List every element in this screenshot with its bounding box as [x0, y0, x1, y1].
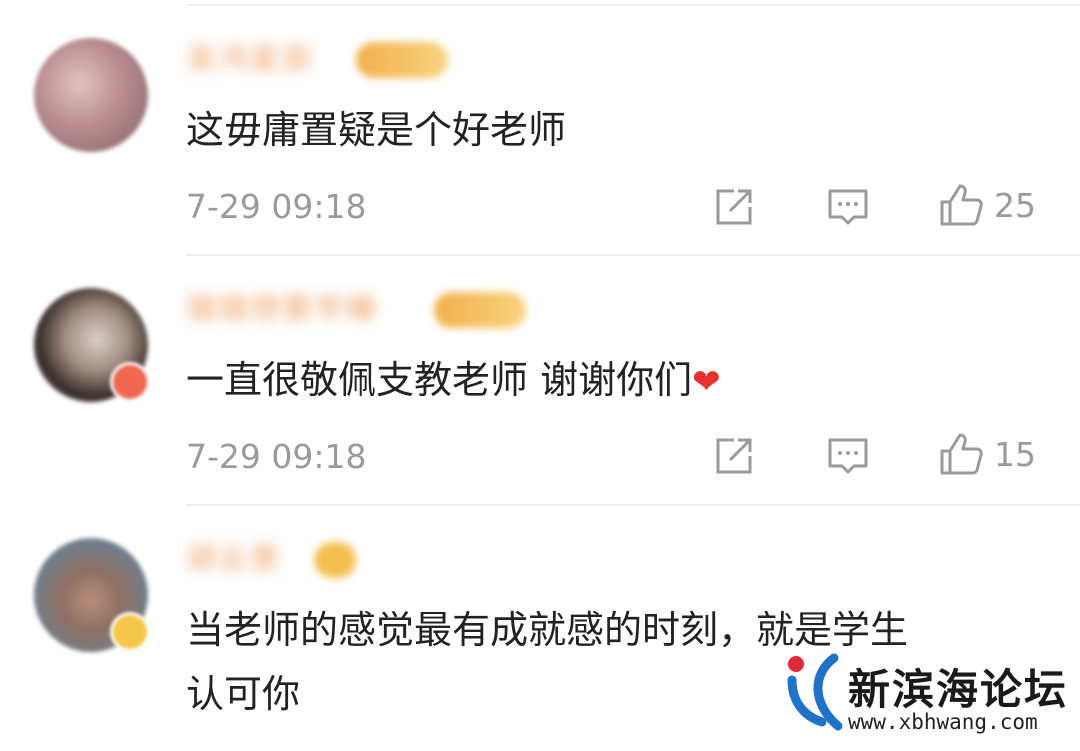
share-icon [716, 189, 752, 225]
divider [186, 504, 1080, 506]
divider [186, 4, 1080, 6]
forum-logo-icon [787, 653, 843, 731]
username[interactable]: 吴鸿星辰 [186, 42, 314, 78]
comment-icon [828, 189, 868, 225]
verified-badge [110, 612, 150, 652]
vip-badge [314, 542, 356, 578]
comment-icon [828, 438, 868, 474]
watermark-logo: 新滨海论坛 www.xbhwang.com [782, 652, 1072, 748]
comment-text: 一直很敬佩支教老师 谢谢你们❤ [186, 358, 721, 402]
username[interactable]: 胡云景 [186, 542, 282, 578]
like-button[interactable]: 25 [938, 183, 1036, 227]
reply-button[interactable] [826, 434, 870, 478]
vip-badge [434, 292, 526, 328]
watermark-url: www.xbhwang.com [848, 710, 1038, 734]
avatar[interactable] [34, 38, 148, 152]
comment-text: 这毋庸置疑是个好老师 [186, 108, 567, 152]
like-count: 15 [994, 434, 1036, 474]
like-button[interactable]: 15 [938, 432, 1036, 476]
share-icon [716, 438, 752, 474]
reply-button[interactable] [826, 185, 870, 229]
vip-badge [356, 42, 448, 78]
comment-time: 7-29 09:18 [186, 437, 367, 476]
share-button[interactable] [712, 185, 756, 229]
username[interactable]: 璐璐想要早睡 [186, 292, 378, 328]
divider [186, 254, 1080, 256]
like-count: 25 [994, 185, 1036, 225]
thumbs-up-icon [940, 433, 983, 475]
thumbs-up-icon [940, 184, 983, 226]
comment-text-line: 当老师的感觉最有成就感的时刻，就是学生 [186, 608, 909, 652]
share-button[interactable] [712, 434, 756, 478]
watermark-title: 新滨海论坛 [848, 665, 1069, 714]
verified-badge [110, 362, 150, 402]
heart-emoji: ❤ [692, 362, 721, 402]
comment-time: 7-29 09:18 [186, 187, 367, 226]
